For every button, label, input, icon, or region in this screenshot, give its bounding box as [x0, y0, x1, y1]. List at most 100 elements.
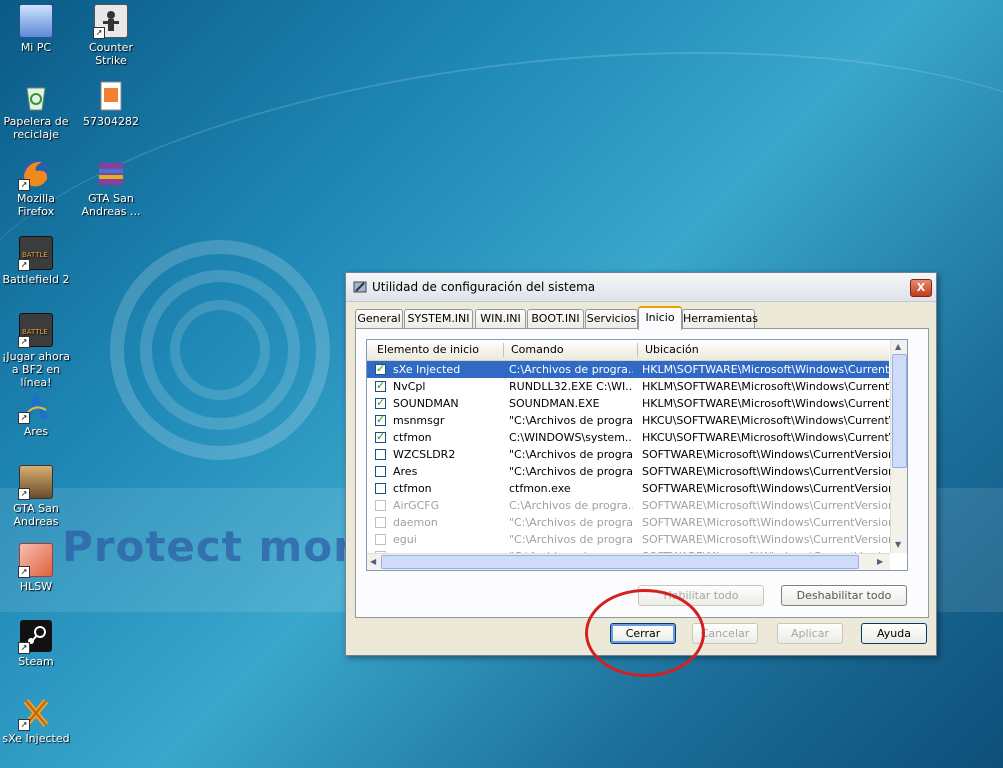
horizontal-scroll-thumb[interactable]: [381, 555, 859, 569]
tab-inicio[interactable]: Inicio: [638, 306, 682, 330]
startup-row[interactable]: NvCpl RUNDLL32.EXE C:\WI... HKLM\SOFTWARE\…: [367, 378, 890, 395]
startup-item-location: SOFTWARE\Microsoft\Windows\CurrentVersio…: [642, 533, 890, 546]
startup-row[interactable]: msnmsgr "C:\Archivos de progra... HKCU\SOF…: [367, 412, 890, 429]
desktop-icon-mi-pc[interactable]: Mi PC: [0, 4, 72, 54]
help-button[interactable]: Ayuda: [861, 623, 927, 644]
startup-row[interactable]: ctfmon ctfmon.exe SOFTWARE\Microsoft\Windo…: [367, 480, 890, 497]
svg-text:BATTLE: BATTLE: [22, 251, 48, 259]
desktop-icon-steam[interactable]: ↗ Steam: [0, 620, 72, 668]
startup-item-command: C:\Archivos de progra...: [509, 499, 633, 512]
disable-all-button[interactable]: Deshabilitar todo: [781, 585, 907, 606]
desktop-icon-label: sXe Injected: [2, 732, 70, 745]
startup-checkbox[interactable]: [375, 534, 386, 545]
close-button[interactable]: X: [910, 279, 932, 297]
desktop-icon-hlsw[interactable]: ↗ HLSW: [0, 543, 72, 593]
desktop-icon-gta-archive[interactable]: GTA San Andreas ...: [75, 157, 147, 218]
desktop-icon-label: ¡Jugar ahora a BF2 en línea!: [1, 350, 71, 389]
startup-item-command: C:\WINDOWS\system...: [509, 431, 633, 444]
tab-servicios[interactable]: Servicios: [585, 309, 638, 328]
desktop-icon-bf2-online[interactable]: BATTLE ↗ ¡Jugar ahora a BF2 en línea!: [0, 313, 72, 389]
startup-row[interactable]: egui "C:\Archivos de progra... SOFTWARE\Mi…: [367, 531, 890, 548]
tab-boot-ini[interactable]: BOOT.INI: [527, 309, 584, 328]
startup-checkbox[interactable]: [375, 379, 386, 392]
startup-checkbox[interactable]: [375, 483, 386, 494]
horizontal-scrollbar[interactable]: ◀ ▶: [367, 553, 890, 570]
desktop-icon-battlefield-2[interactable]: BATTLE ↗ Battlefield 2: [0, 236, 72, 286]
startup-item-location: HKCU\SOFTWARE\Microsoft\Windows\CurrentV…: [642, 431, 890, 444]
column-header-startup-item[interactable]: Elemento de inicio: [377, 343, 479, 356]
desktop-icon-57304282[interactable]: 57304282: [75, 80, 147, 128]
startup-item-location: HKCU\SOFTWARE\Microsoft\Windows\CurrentV…: [642, 414, 890, 427]
tab-win-ini[interactable]: WIN.INI: [475, 309, 526, 328]
startup-item-command: "C:\Archivos de progra...: [509, 533, 633, 546]
watermark-text: Protect more: [62, 522, 385, 571]
startup-list[interactable]: Elemento de inicio Comando Ubicación sXe…: [366, 339, 908, 571]
startup-checkbox[interactable]: [375, 396, 386, 409]
startup-item-name: SOUNDMAN: [393, 397, 459, 410]
startup-row[interactable]: SOUNDMAN SOUNDMAN.EXE HKLM\SOFTWARE\Micros…: [367, 395, 890, 412]
startup-checkbox[interactable]: [375, 466, 386, 477]
startup-item-location: HKLM\SOFTWARE\Microsoft\Windows\CurrentV…: [642, 363, 890, 376]
startup-item-name: ctfmon: [393, 482, 432, 495]
desktop-icon-label: 57304282: [83, 115, 139, 128]
startup-item-name: Ares: [393, 465, 418, 478]
startup-row[interactable]: Ares "C:\Archivos de progra... SOFTWARE\Mi…: [367, 463, 890, 480]
vertical-scrollbar[interactable]: ▲ ▼: [890, 340, 907, 553]
startup-item-name: daemon: [393, 516, 438, 529]
desktop-icon-label: GTA San Andreas: [13, 502, 59, 528]
startup-checkbox[interactable]: [375, 517, 386, 528]
desktop-icon-firefox[interactable]: ↗ Mozilla Firefox: [0, 157, 72, 218]
desktop-icon-sxe-injected[interactable]: ↗ sXe Injected: [0, 697, 72, 745]
battlefield-online-icon: BATTLE ↗: [18, 313, 53, 348]
desktop-icon-recycle-bin[interactable]: Papelera de reciclaje: [0, 80, 72, 141]
desktop-icon-ares[interactable]: ↗ Ares: [0, 390, 72, 438]
startup-checkbox[interactable]: [375, 500, 386, 511]
startup-panel: Elemento de inicio Comando Ubicación sXe…: [355, 328, 929, 618]
desktop-icon-label: HLSW: [19, 580, 53, 593]
desktop-icon-gta-san-andreas[interactable]: ↗ GTA San Andreas: [0, 465, 72, 528]
startup-item-command: "C:\Archivos de progra...: [509, 448, 633, 461]
desktop-icon-label: Ares: [23, 425, 49, 438]
my-computer-icon: [19, 4, 53, 38]
vertical-scroll-thumb[interactable]: [892, 354, 907, 468]
desktop-icon-label: Mi PC: [20, 41, 52, 54]
startup-checkbox[interactable]: [375, 413, 386, 426]
startup-row[interactable]: ctfmon C:\WINDOWS\system... HKCU\SOFTWARE\…: [367, 429, 890, 446]
scroll-right-icon[interactable]: ▶: [877, 557, 883, 566]
startup-item-name: egui: [393, 533, 417, 546]
startup-row[interactable]: AirGCFG C:\Archivos de progra... SOFTWARE\…: [367, 497, 890, 514]
column-header-location[interactable]: Ubicación: [645, 343, 699, 356]
startup-item-name: ctfmon: [393, 431, 432, 444]
apply-button[interactable]: Aplicar: [777, 623, 843, 644]
startup-row[interactable]: daemon "C:\Archivos de progra... SOFTWARE\…: [367, 514, 890, 531]
title-bar[interactable]: Utilidad de configuración del sistema X: [346, 273, 936, 302]
tab-system-ini[interactable]: SYSTEM.INI: [404, 309, 473, 328]
counter-strike-icon: ↗: [93, 4, 128, 39]
firefox-icon: ↗: [18, 157, 52, 191]
startup-item-location: SOFTWARE\Microsoft\Windows\CurrentVersio…: [642, 482, 890, 495]
hlsw-icon: ↗: [18, 543, 53, 578]
desktop-icon-label: GTA San Andreas ...: [81, 192, 141, 218]
column-separator[interactable]: [503, 343, 504, 357]
document-icon: [95, 80, 127, 112]
gta-icon: ↗: [18, 465, 53, 500]
column-header-command[interactable]: Comando: [511, 343, 564, 356]
startup-row[interactable]: WZCSLDR2 "C:\Archivos de progra... SOFTWAR…: [367, 446, 890, 463]
annotation-circle: [585, 589, 705, 677]
startup-item-command: "C:\Archivos de progra...: [509, 465, 633, 478]
scroll-down-icon[interactable]: ▼: [895, 540, 901, 549]
scroll-left-icon[interactable]: ◀: [370, 557, 376, 566]
startup-checkbox[interactable]: [375, 449, 386, 460]
scroll-up-icon[interactable]: ▲: [895, 342, 901, 351]
desktop-icon-label: Steam: [18, 655, 54, 668]
startup-item-location: HKLM\SOFTWARE\Microsoft\Windows\CurrentV…: [642, 380, 890, 393]
steam-icon: ↗: [18, 620, 52, 654]
tab-general[interactable]: General: [355, 309, 403, 328]
startup-checkbox[interactable]: [375, 362, 386, 375]
startup-checkbox[interactable]: [375, 430, 386, 443]
tab-herramientas[interactable]: Herramientas: [682, 309, 758, 328]
startup-row[interactable]: sXe Injected C:\Archivos de progra... HKLM…: [367, 361, 890, 378]
desktop-icon-counter-strike[interactable]: ↗ Counter Strike: [75, 4, 147, 67]
column-separator[interactable]: [637, 343, 638, 357]
list-header: Elemento de inicio Comando Ubicación: [367, 340, 889, 361]
